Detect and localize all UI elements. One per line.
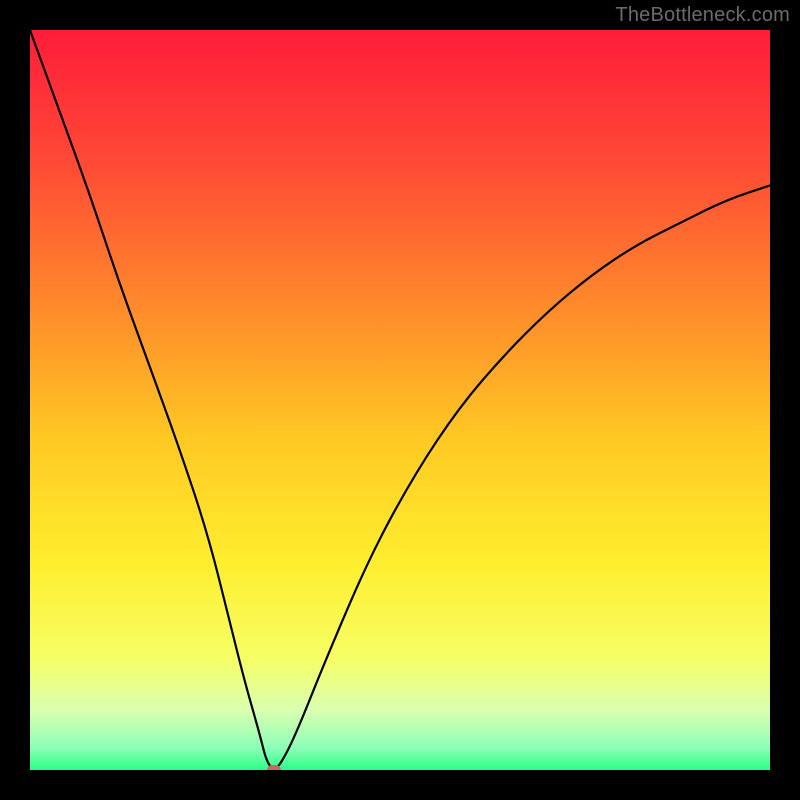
- watermark-text: TheBottleneck.com: [615, 4, 790, 27]
- bottleneck-curve: [30, 30, 770, 770]
- chart-frame: TheBottleneck.com: [0, 0, 800, 800]
- plot-area: [30, 30, 770, 770]
- optimal-marker: [267, 765, 281, 770]
